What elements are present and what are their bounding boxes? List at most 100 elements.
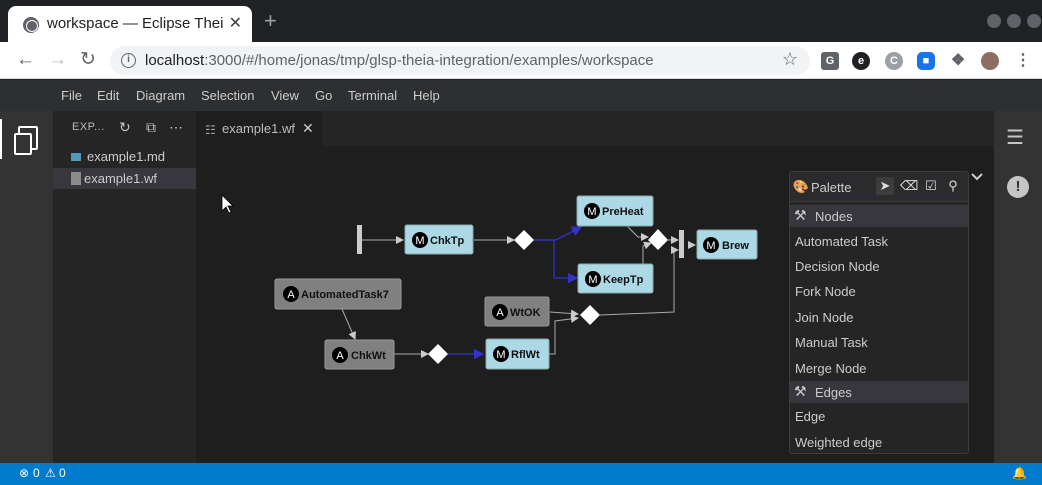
menu-selection[interactable]: Selection	[201, 88, 254, 103]
palette-group-nodes[interactable]: ⚒ Nodes	[790, 205, 968, 227]
warning-count[interactable]: 0	[59, 466, 66, 480]
node-label: PreHeat	[602, 206, 644, 218]
extension-icon[interactable]: e	[852, 52, 870, 70]
warning-icon[interactable]: ⚠	[45, 466, 56, 480]
node-preheat[interactable]: M PreHeat	[576, 195, 654, 227]
weighted-edge[interactable]	[534, 226, 583, 241]
problems-icon[interactable]: !	[1007, 176, 1029, 198]
weighted-edge[interactable]	[534, 239, 579, 284]
start-bar[interactable]	[357, 225, 362, 254]
file-item-selected[interactable]: example1.wf	[53, 168, 196, 189]
edge[interactable]	[549, 309, 579, 318]
edge[interactable]	[627, 226, 649, 241]
selection-tool-icon[interactable]: ➤	[876, 177, 894, 195]
browser-tab-title: workspace — Eclipse Theia	[47, 15, 223, 32]
chevron-down-icon[interactable]	[971, 173, 983, 181]
node-badge: A	[336, 350, 344, 362]
file-icon	[71, 172, 81, 185]
node-badge: M	[706, 240, 715, 252]
node-wtok[interactable]: A WtOK	[484, 296, 550, 327]
globe-icon	[23, 17, 39, 33]
file-name: example1.md	[87, 149, 166, 164]
bookmark-star-icon[interactable]: ☆	[782, 49, 798, 70]
node-keeptp[interactable]: M KeepTp	[577, 263, 654, 294]
avatar[interactable]	[981, 52, 999, 70]
close-window-icon[interactable]	[1027, 14, 1041, 28]
extension-c-icon[interactable]: C	[885, 52, 903, 70]
tab-close-icon[interactable]: ✕	[302, 120, 314, 137]
palette-item-weighted-edge[interactable]: Weighted edge	[795, 435, 882, 450]
explorer-sidebar: EXP... ↻ ⧉ ⋯ example1.md example1.wf	[53, 111, 196, 463]
outline-icon[interactable]: ☰	[1006, 125, 1024, 150]
right-sidebar: ☰ !	[994, 111, 1042, 463]
back-arrow-icon[interactable]: ←	[16, 50, 35, 70]
forward-arrow-icon[interactable]: →	[48, 50, 67, 70]
browser-tab[interactable]: workspace — Eclipse Theia ✕	[8, 6, 252, 42]
reload-icon[interactable]: ↻	[80, 50, 96, 70]
decision-node[interactable]	[514, 230, 534, 250]
menu-edit[interactable]: Edit	[97, 88, 119, 103]
menu-help[interactable]: Help	[413, 88, 440, 103]
bell-icon[interactable]: 🔔	[1012, 466, 1027, 480]
palette-icon: 🎨	[792, 179, 810, 194]
palette-header: 🎨 Palette ➤ ⌫ ☑ ⚲	[790, 172, 968, 202]
explorer-files-icon[interactable]	[14, 126, 38, 155]
menu-view[interactable]: View	[271, 88, 299, 103]
theia-menubar: File Edit Diagram Selection View Go Term…	[0, 80, 1042, 111]
validate-icon[interactable]: ☑	[922, 177, 940, 195]
palette-item-decision-node[interactable]: Decision Node	[795, 259, 880, 274]
decision-node[interactable]	[428, 344, 448, 364]
edge[interactable]	[341, 308, 356, 340]
editor-tab-example1-wf[interactable]: ☷ example1.wf ✕	[196, 111, 322, 146]
merge-node[interactable]	[580, 305, 600, 325]
tab-close-icon[interactable]: ✕	[229, 13, 242, 33]
info-icon[interactable]: i	[121, 53, 136, 68]
menu-go[interactable]: Go	[315, 88, 332, 103]
node-label: KeepTp	[603, 274, 644, 286]
file-name: example1.wf	[84, 171, 157, 186]
markdown-file-icon	[71, 153, 81, 161]
merge-node[interactable]	[648, 229, 668, 250]
zoom-extension-icon[interactable]: ■	[917, 52, 935, 70]
maximize-icon[interactable]	[1007, 14, 1021, 28]
file-item[interactable]: example1.md	[53, 146, 196, 167]
grammarly-extension-icon[interactable]: G	[821, 52, 839, 70]
status-bar: ⊗ 0 ⚠ 0 🔔	[0, 463, 1042, 485]
new-tab-button[interactable]: +	[264, 10, 277, 32]
diagram-file-icon: ☷	[205, 123, 216, 137]
palette-group-label: Nodes	[815, 209, 853, 224]
menu-diagram[interactable]: Diagram	[136, 88, 185, 103]
node-chktp[interactable]: M ChkTp	[404, 224, 474, 255]
palette-item-fork-node[interactable]: Fork Node	[795, 284, 856, 299]
refresh-icon[interactable]: ↻	[119, 119, 131, 136]
menu-terminal[interactable]: Terminal	[348, 88, 397, 103]
minimize-icon[interactable]	[987, 14, 1001, 28]
palette-group-edges[interactable]: ⚒ Edges	[790, 381, 968, 403]
activity-bar	[0, 111, 53, 463]
palette-item-merge-node[interactable]: Merge Node	[795, 361, 867, 376]
node-brew[interactable]: M Brew	[696, 229, 758, 260]
node-chkwt[interactable]: A ChkWt	[324, 339, 395, 370]
palette-item-edge[interactable]: Edge	[795, 409, 825, 424]
collapse-all-icon[interactable]: ⧉	[146, 119, 156, 136]
search-icon[interactable]: ⚲	[944, 177, 962, 195]
hammer-icon: ⚒	[794, 383, 807, 399]
node-automatedtask7[interactable]: A AutomatedTask7	[274, 278, 402, 310]
error-icon[interactable]: ⊗	[19, 466, 29, 480]
palette-item-automated-task[interactable]: Automated Task	[795, 234, 888, 249]
join-bar[interactable]	[679, 230, 684, 258]
error-count[interactable]: 0	[33, 466, 40, 480]
address-bar[interactable]: i localhost:3000/#/home/jonas/tmp/glsp-t…	[110, 46, 810, 75]
menu-file[interactable]: File	[61, 88, 82, 103]
puzzle-icon[interactable]: ❖	[949, 52, 967, 70]
node-rflwt[interactable]: M RflWt	[485, 338, 550, 370]
more-actions-icon[interactable]: ⋯	[169, 119, 183, 136]
node-badge: M	[588, 274, 597, 286]
palette-item-join-node[interactable]: Join Node	[795, 310, 854, 325]
edge[interactable]	[549, 314, 579, 355]
eraser-tool-icon[interactable]: ⌫	[900, 177, 918, 195]
palette-item-manual-task[interactable]: Manual Task	[795, 335, 868, 350]
node-badge: A	[287, 289, 295, 301]
mouse-cursor-icon	[221, 194, 234, 214]
menu-dots-icon[interactable]: ⋮	[1014, 52, 1032, 70]
